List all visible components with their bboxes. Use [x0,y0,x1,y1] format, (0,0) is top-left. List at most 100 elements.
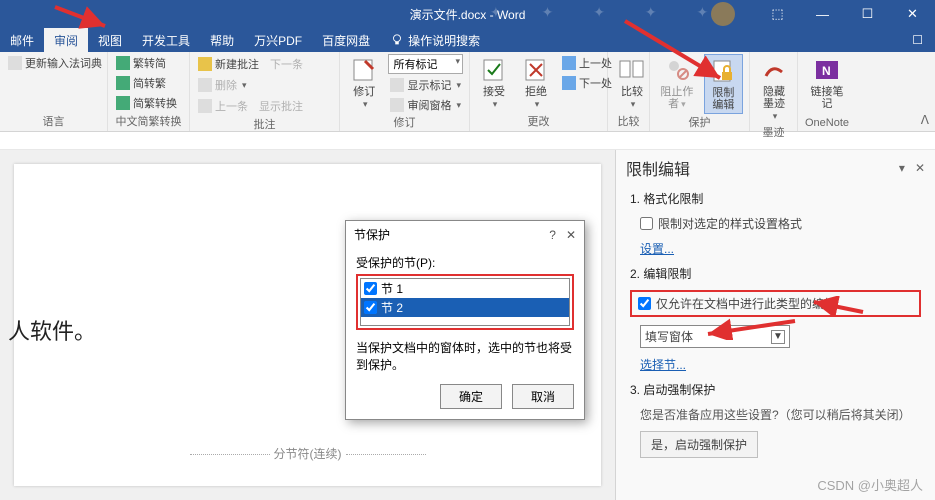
pane-close-icon[interactable]: ✕ [915,161,925,175]
cn-convert-button[interactable]: 简繁转换 [114,94,179,112]
annotation-highlight: 节 1 节 2 [356,274,574,330]
tab-baidu[interactable]: 百度网盘 [312,28,380,52]
delete-comment-icon [198,78,212,92]
t2s-icon [116,76,130,90]
minimize-icon[interactable]: — [800,0,845,28]
restrict-editing-pane: 限制编辑 ▾ ✕ 1. 格式化限制 限制对选定的样式设置格式 设置... 2. … [615,150,935,500]
group-label-language: 语言 [6,113,101,131]
group-label-changes: 更改 [476,113,601,131]
next-change-icon [562,76,576,90]
start-enforcement-button[interactable]: 是，启动强制保护 [640,431,758,458]
annotation-highlight: 仅允许在文档中进行此类型的编辑: [630,290,921,317]
new-comment-icon [198,57,212,71]
block-authors-button[interactable]: 阻止作者 [656,54,698,112]
restrict-editing-icon [709,57,737,85]
show-comments-button: 显示批注 [257,97,305,115]
dialog-list-label: 受保护的节(P): [356,254,574,271]
block-authors-icon [663,56,691,84]
prev-comment-button: 上一条显示批注 [196,96,307,116]
onenote-button[interactable]: N链接笔记 [804,54,850,112]
watermark: CSDN @小奥超人 [817,475,923,494]
cancel-button[interactable]: 取消 [512,384,574,409]
reject-icon [522,56,550,84]
group-label-compare: 比较 [614,113,643,131]
accept-icon [480,56,508,84]
list-item[interactable]: 节 2 [361,298,569,317]
ribbon-options-icon[interactable]: ⬚ [755,0,800,28]
next-comment-button: 下一条 [268,55,305,73]
list-item[interactable]: 节 1 [361,279,569,298]
next-change-button[interactable]: 下一处 [560,74,614,92]
pane-section-1: 1. 格式化限制 [630,190,921,207]
tell-me-label: 操作说明搜索 [408,32,480,49]
s2t-icon [116,56,130,70]
prev-change-button[interactable]: 上一处 [560,54,614,72]
simp-to-trad-button[interactable]: 繁转简 [114,54,179,72]
dialog-help-icon[interactable]: ? [549,228,556,242]
prev-change-icon [562,56,576,70]
ime-icon [8,56,22,70]
group-label-track: 修订 [346,114,463,132]
dialog-note: 当保护文档中的窗体时，选中的节也将受到保护。 [356,340,574,374]
group-label-onenote: OneNote [804,117,850,131]
enforce-hint: 您是否准备应用这些设置?（您可以稍后将其关闭） [630,406,921,423]
section-break-marker: 分节符(连续) [186,445,430,462]
tab-help[interactable]: 帮助 [200,28,244,52]
user-avatar[interactable] [711,2,735,26]
ink-icon [760,56,788,84]
format-settings-link[interactable]: 设置... [630,240,921,257]
ok-button[interactable]: 确定 [440,384,502,409]
select-sections-link[interactable]: 选择节... [630,356,921,373]
group-label-protect: 保护 [656,114,743,132]
group-label-ink: 墨迹 [756,124,791,142]
svg-text:N: N [822,64,831,78]
bulb-icon [390,33,404,47]
window-title: 演示文件.docx - Word [410,6,526,23]
update-ime-button[interactable]: 更新输入法词典 [6,54,104,72]
maximize-icon[interactable]: ☐ [845,0,890,28]
ruler[interactable] [0,132,935,150]
delete-comment-button: 删除 [196,76,307,94]
format-restrict-checkbox[interactable]: 限制对选定的样式设置格式 [630,215,921,232]
track-icon [350,56,378,84]
group-label-cn: 中文简繁转换 [114,113,183,131]
tab-wxpdf[interactable]: 万兴PDF [244,28,312,52]
dialog-title: 节保护 [354,226,390,243]
restrict-editing-button[interactable]: 限制编辑 [704,54,743,114]
collapse-ribbon-icon[interactable]: ᐱ [921,113,929,127]
dialog-close-icon[interactable]: ✕ [566,228,576,242]
close-icon[interactable]: ✕ [890,0,935,28]
new-comment-button[interactable]: 新建批注下一条 [196,54,307,74]
hide-ink-button[interactable]: 隐藏墨迹 [756,54,792,124]
accept-button[interactable]: 接受 [476,54,512,112]
compare-button[interactable]: 比较 [614,54,650,112]
tab-review[interactable]: 审阅 [44,28,88,52]
onenote-icon: N [813,56,841,84]
trad-to-simp-button[interactable]: 简转繁 [114,74,179,92]
group-label-comments: 批注 [196,116,333,134]
reject-button[interactable]: 拒绝 [518,54,554,112]
review-pane-icon [390,98,404,112]
review-pane-button[interactable]: 审阅窗格 [388,96,463,114]
show-markup-icon [390,78,404,92]
edit-restrict-checkbox[interactable]: 仅允许在文档中进行此类型的编辑: [638,295,913,312]
pane-dropdown-icon[interactable]: ▾ [899,161,905,175]
tell-me-search[interactable]: 操作说明搜索 [380,28,490,52]
prev-comment-icon [198,99,212,113]
document-text: 人软件。 [8,314,96,346]
chevron-down-icon: ▼ [771,330,785,344]
show-markup-button[interactable]: 显示标记 [388,76,463,94]
share-icon[interactable]: ☐ [912,33,923,47]
pane-title: 限制编辑 [626,156,690,180]
tab-view[interactable]: 视图 [88,28,132,52]
tab-mail[interactable]: 邮件 [0,28,44,52]
sections-listbox[interactable]: 节 1 节 2 [360,278,570,326]
pane-section-3: 3. 启动强制保护 [630,381,921,398]
edit-type-combo[interactable]: 填写窗体▼ [640,325,790,348]
compare-icon [618,56,646,84]
tab-devtools[interactable]: 开发工具 [132,28,200,52]
conv-icon [116,96,130,110]
markup-dropdown[interactable]: 所有标记 [388,54,463,74]
track-changes-button[interactable]: 修订 [346,54,382,112]
section-protection-dialog: 节保护 ? ✕ 受保护的节(P): 节 1 节 2 当保护文档中的窗体时，选中的节… [345,220,585,420]
